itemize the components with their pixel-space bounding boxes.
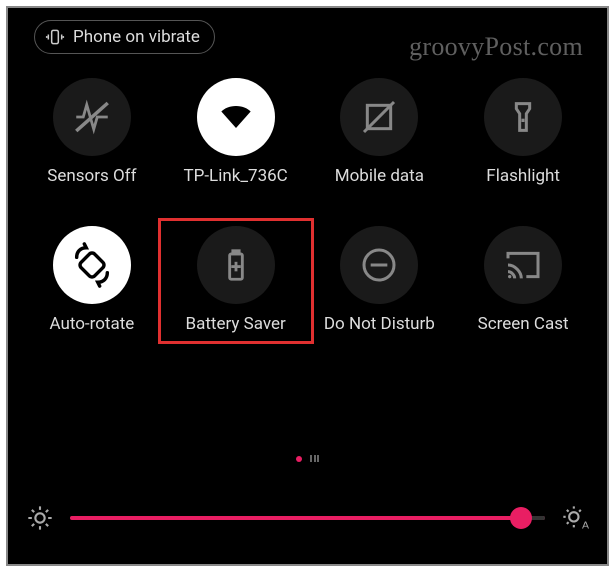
sensors-off-icon [71, 96, 113, 138]
tile-sensors-off[interactable]: Sensors Off [20, 78, 164, 186]
battery-saver-icon [217, 246, 255, 284]
vibrate-icon [45, 27, 65, 47]
tile-wifi-button[interactable] [197, 78, 275, 156]
tile-wifi[interactable]: TP-Link_736C [164, 78, 308, 186]
tile-flashlight-button[interactable] [484, 78, 562, 156]
tile-label: Flashlight [486, 166, 560, 186]
tile-label: Sensors Off [47, 166, 136, 186]
tile-label: Battery Saver [185, 314, 285, 334]
tile-label: Do Not Disturb [324, 314, 435, 334]
tile-sensors-off-button[interactable] [53, 78, 131, 156]
auto-brightness-icon[interactable]: A [561, 504, 589, 532]
tile-label: TP-Link_736C [183, 166, 287, 186]
tile-mobile-data-button[interactable] [340, 78, 418, 156]
wifi-icon [214, 95, 258, 139]
auto-rotate-icon [69, 242, 115, 288]
tile-screen-cast[interactable]: Screen Cast [451, 226, 595, 334]
tile-auto-rotate-button[interactable] [53, 226, 131, 304]
vibrate-label: Phone on vibrate [73, 27, 200, 47]
dnd-icon [359, 245, 399, 285]
svg-text:A: A [582, 520, 589, 532]
page-dot-active [296, 456, 302, 462]
vibrate-status-chip[interactable]: Phone on vibrate [34, 20, 215, 54]
tile-label: Auto-rotate [49, 314, 134, 334]
watermark-text: groovyPost.com [409, 32, 583, 62]
tile-screen-cast-button[interactable] [484, 226, 562, 304]
tile-dnd[interactable]: Do Not Disturb [308, 226, 452, 334]
brightness-row: A [26, 504, 589, 532]
brightness-low-icon [26, 504, 54, 532]
quick-settings-grid: Sensors Off TP-Link_736C [8, 68, 607, 334]
tile-auto-rotate[interactable]: Auto-rotate [20, 226, 164, 334]
tile-dnd-button[interactable] [340, 226, 418, 304]
tile-mobile-data[interactable]: Mobile data [308, 78, 452, 186]
page-dot-inactive [310, 455, 319, 462]
brightness-slider[interactable] [70, 516, 545, 520]
screen-cast-icon [503, 245, 543, 285]
mobile-data-icon [359, 97, 399, 137]
tile-label: Screen Cast [478, 314, 569, 334]
flashlight-icon [503, 97, 543, 137]
page-indicator [8, 455, 607, 462]
tile-battery-saver-button[interactable] [197, 226, 275, 304]
brightness-thumb[interactable] [510, 507, 532, 529]
tile-label: Mobile data [335, 166, 424, 186]
tile-battery-saver[interactable]: Battery Saver [164, 226, 308, 334]
tile-flashlight[interactable]: Flashlight [451, 78, 595, 186]
